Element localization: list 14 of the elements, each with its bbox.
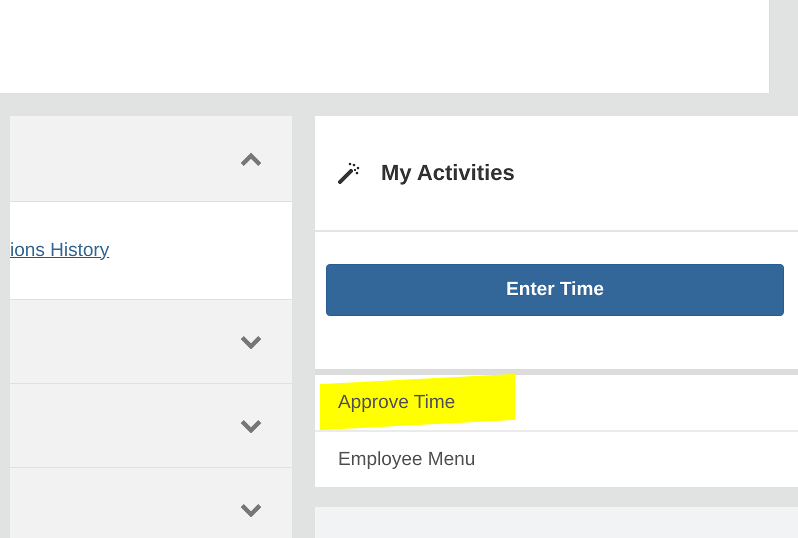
chevron-down-icon bbox=[240, 334, 262, 348]
card-title: My Activities bbox=[381, 160, 515, 186]
magic-wand-icon bbox=[337, 161, 361, 185]
accordion-header[interactable] bbox=[10, 468, 292, 538]
chevron-down-icon bbox=[240, 418, 262, 432]
enter-time-button[interactable]: Enter Time bbox=[326, 264, 784, 316]
accordion-header[interactable] bbox=[10, 384, 292, 467]
activity-link[interactable]: Approve Time bbox=[338, 392, 456, 414]
history-link[interactable]: ions History bbox=[10, 240, 110, 262]
activity-link[interactable]: Employee Menu bbox=[338, 448, 476, 470]
chevron-down-icon bbox=[240, 502, 262, 516]
chevron-up-icon bbox=[240, 152, 262, 166]
accordion-header[interactable] bbox=[10, 300, 292, 383]
accordion-header[interactable] bbox=[10, 116, 292, 201]
